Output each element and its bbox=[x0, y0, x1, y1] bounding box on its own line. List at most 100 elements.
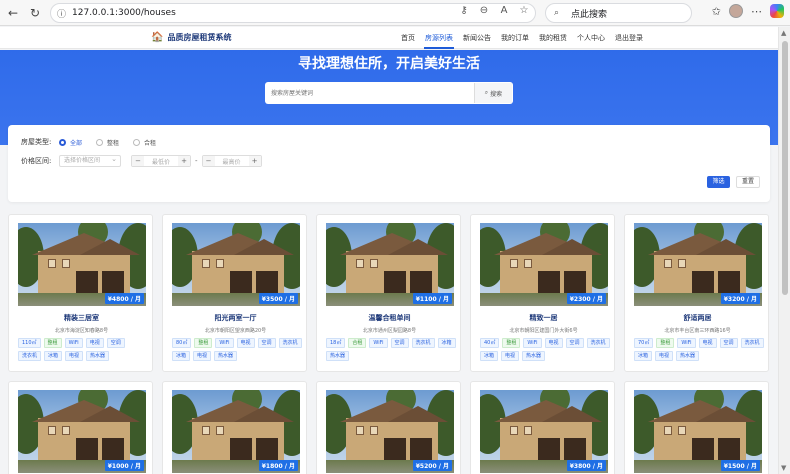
house-tags: 40㎡ 整租 WiFi 电视 空调 洗衣机 冰箱 电视 热水器 bbox=[480, 338, 610, 361]
max-increment-button[interactable]: + bbox=[248, 156, 261, 166]
nav-item-6[interactable]: 退出登录 bbox=[610, 27, 648, 49]
max-price-input[interactable]: 最高价 bbox=[215, 157, 249, 166]
price-filter-row: 价格区间: 选择价格区间 − 最低价 + - − 最高价 + bbox=[21, 154, 262, 167]
house-photo[interactable]: ¥1100 / 月 bbox=[326, 223, 454, 306]
house-card[interactable]: ¥3800 / 月 bbox=[470, 381, 615, 474]
app-logo[interactable]: 🏠 品质房屋租赁系统 bbox=[151, 32, 231, 43]
scroll-down-icon[interactable]: ▼ bbox=[781, 464, 786, 472]
house-photo[interactable]: ¥5200 / 月 bbox=[326, 390, 454, 473]
scroll-up-icon[interactable]: ▲ bbox=[781, 29, 786, 37]
max-decrement-button[interactable]: − bbox=[202, 156, 215, 166]
feature-tag: 110㎡ bbox=[18, 338, 41, 348]
house-photo[interactable]: ¥3200 / 月 bbox=[634, 223, 762, 306]
favorite-star-icon[interactable]: ☆ bbox=[517, 5, 531, 16]
feature-tag: 热水器 bbox=[522, 351, 546, 361]
house-card[interactable]: ¥3200 / 月舒适两居 北京市丰台区南三环西路16号 70㎡ 整租 WiFi 电视 空调… bbox=[624, 214, 769, 372]
radio-circle[interactable] bbox=[133, 138, 141, 146]
read-aloud-icon[interactable]: A bbox=[497, 5, 511, 16]
nav-item-2[interactable]: 新闻公告 bbox=[458, 27, 496, 49]
search-icon: ⌕ bbox=[554, 8, 560, 18]
house-tags: 110㎡ 整租 WiFi 电视 空调 洗衣机 冰箱 电视 热水器 bbox=[18, 338, 148, 361]
house-tags: 18㎡ 合租 WiFi 空调 洗衣机 冰箱 热水器 bbox=[326, 338, 456, 361]
house-photo[interactable]: ¥1800 / 月 bbox=[172, 390, 300, 473]
type-radio-2[interactable]: 合租 bbox=[133, 138, 156, 147]
house-name[interactable]: 精装三居室 bbox=[9, 313, 154, 323]
min-decrement-button[interactable]: − bbox=[132, 156, 144, 166]
feature-tag: 电视 bbox=[65, 351, 84, 361]
house-photo[interactable]: ¥1500 / 月 bbox=[634, 390, 762, 473]
feature-tag: 洗衣机 bbox=[278, 338, 302, 348]
filter-button[interactable]: 筛选 bbox=[707, 176, 730, 188]
min-price-stepper[interactable]: − 最低价 + bbox=[131, 155, 191, 167]
info-icon[interactable]: ⓘ bbox=[57, 7, 66, 20]
feature-tag: 热水器 bbox=[214, 351, 238, 361]
house-photo[interactable]: ¥4800 / 月 bbox=[18, 223, 146, 306]
nav-item-5[interactable]: 个人中心 bbox=[572, 27, 610, 49]
house-card[interactable]: ¥1800 / 月 bbox=[162, 381, 307, 474]
nav-item-0[interactable]: 首页 bbox=[396, 27, 420, 49]
feature-tag: 空调 bbox=[565, 338, 584, 348]
house-card[interactable]: ¥1100 / 月温馨合租单间北京市通州区梨园路8号 18㎡ 合租 WiFi 空调 洗衣机… bbox=[316, 214, 461, 372]
copilot-icon[interactable] bbox=[770, 4, 784, 18]
feature-tag: 电视 bbox=[698, 338, 717, 348]
house-photo[interactable]: ¥1000 / 月 bbox=[18, 390, 146, 473]
nav-item-4[interactable]: 我的租赁 bbox=[534, 27, 572, 49]
house-search-input[interactable] bbox=[265, 82, 474, 104]
house-name[interactable]: 阳光两室一厅 bbox=[163, 313, 308, 323]
feature-tag: WiFi bbox=[64, 338, 83, 348]
feature-tag: 电视 bbox=[236, 338, 255, 348]
nav-item-3[interactable]: 我的订单 bbox=[496, 27, 534, 49]
type-radio-0[interactable]: 全部 bbox=[59, 138, 82, 147]
page-scrollbar[interactable]: ▲ ▼ bbox=[778, 27, 790, 474]
feature-tag: 热水器 bbox=[676, 351, 700, 361]
reset-button[interactable]: 重置 bbox=[736, 176, 760, 188]
key-icon[interactable]: ⚷ bbox=[457, 5, 471, 16]
type-radio-1[interactable]: 整租 bbox=[96, 138, 119, 147]
house-photo[interactable]: ¥2300 / 月 bbox=[480, 223, 608, 306]
hero-title: 寻找理想住所，开启美好生活 bbox=[298, 56, 480, 72]
price-badge: ¥1500 / 月 bbox=[720, 460, 760, 471]
price-range-select[interactable]: 选择价格区间 bbox=[59, 154, 121, 167]
favorites-icon[interactable]: ✩ bbox=[712, 5, 721, 18]
min-increment-button[interactable]: + bbox=[178, 156, 190, 166]
house-card[interactable]: ¥2300 / 月精致一居 北京市朝阳区建国门外大街6号 40㎡ 整租 WiFi 电视 空调… bbox=[470, 214, 615, 372]
feature-tag: 冰箱 bbox=[480, 351, 499, 361]
feature-tag: 洗衣机 bbox=[586, 338, 610, 348]
house-name[interactable]: 舒适两居 bbox=[625, 313, 770, 323]
address-bar[interactable]: ⓘ 127.0.0.1:3000/houses ⚷ ⊖ A ☆ bbox=[50, 3, 536, 23]
min-price-input[interactable]: 最低价 bbox=[144, 157, 178, 166]
house-name[interactable]: 精致一居 bbox=[471, 313, 616, 323]
price-badge: ¥1100 / 月 bbox=[412, 293, 452, 304]
radio-label: 合租 bbox=[144, 139, 157, 147]
house-photo[interactable]: ¥3500 / 月 bbox=[172, 223, 300, 306]
reload-icon[interactable]: ↻ bbox=[26, 4, 44, 22]
house-card[interactable]: ¥1500 / 月 bbox=[624, 381, 769, 474]
profile-avatar[interactable] bbox=[729, 4, 743, 18]
nav-item-1[interactable]: 房源列表 bbox=[420, 27, 458, 49]
feature-tag: 洗衣机 bbox=[18, 351, 42, 361]
search-button[interactable]: ⌕ 搜索 bbox=[474, 83, 512, 103]
house-photo[interactable]: ¥3800 / 月 bbox=[480, 390, 608, 473]
price-badge: ¥1000 / 月 bbox=[104, 460, 144, 471]
feature-tag: WiFi bbox=[215, 338, 234, 348]
back-icon[interactable]: ← bbox=[4, 4, 22, 22]
feature-tag: 整租 bbox=[656, 338, 675, 348]
house-card[interactable]: ¥1000 / 月 bbox=[8, 381, 153, 474]
feature-tag: 整租 bbox=[43, 338, 62, 348]
house-card[interactable]: ¥5200 / 月 bbox=[316, 381, 461, 474]
house-address: 北京市海淀区知春路8号 bbox=[54, 328, 109, 334]
more-menu-icon[interactable]: ⋯ bbox=[751, 5, 762, 18]
feature-tag: 电视 bbox=[501, 351, 520, 361]
scrollbar-thumb[interactable] bbox=[782, 41, 788, 295]
zoom-icon[interactable]: ⊖ bbox=[477, 5, 491, 16]
house-address: 北京市通州区梨园路8号 bbox=[362, 328, 417, 334]
house-card[interactable]: ¥3500 / 月阳光两室一厅 北京市朝阳区望京西路20号 80㎡ 整租 WiFi 电视空… bbox=[162, 214, 307, 372]
feature-tag: 18㎡ bbox=[326, 338, 346, 348]
browser-search-box[interactable]: ⌕ 点此搜索 bbox=[545, 3, 692, 23]
house-card[interactable]: ¥4800 / 月精装三居室 北京市海淀区知春路8号 110㎡ 整租 WiFi 电视 空调洗… bbox=[8, 214, 153, 372]
max-price-stepper[interactable]: − 最高价 + bbox=[201, 155, 262, 167]
house-name[interactable]: 温馨合租单间 bbox=[317, 313, 462, 323]
feature-tag: WiFi bbox=[523, 338, 542, 348]
radio-circle[interactable] bbox=[96, 138, 104, 146]
radio-circle[interactable] bbox=[59, 138, 66, 146]
